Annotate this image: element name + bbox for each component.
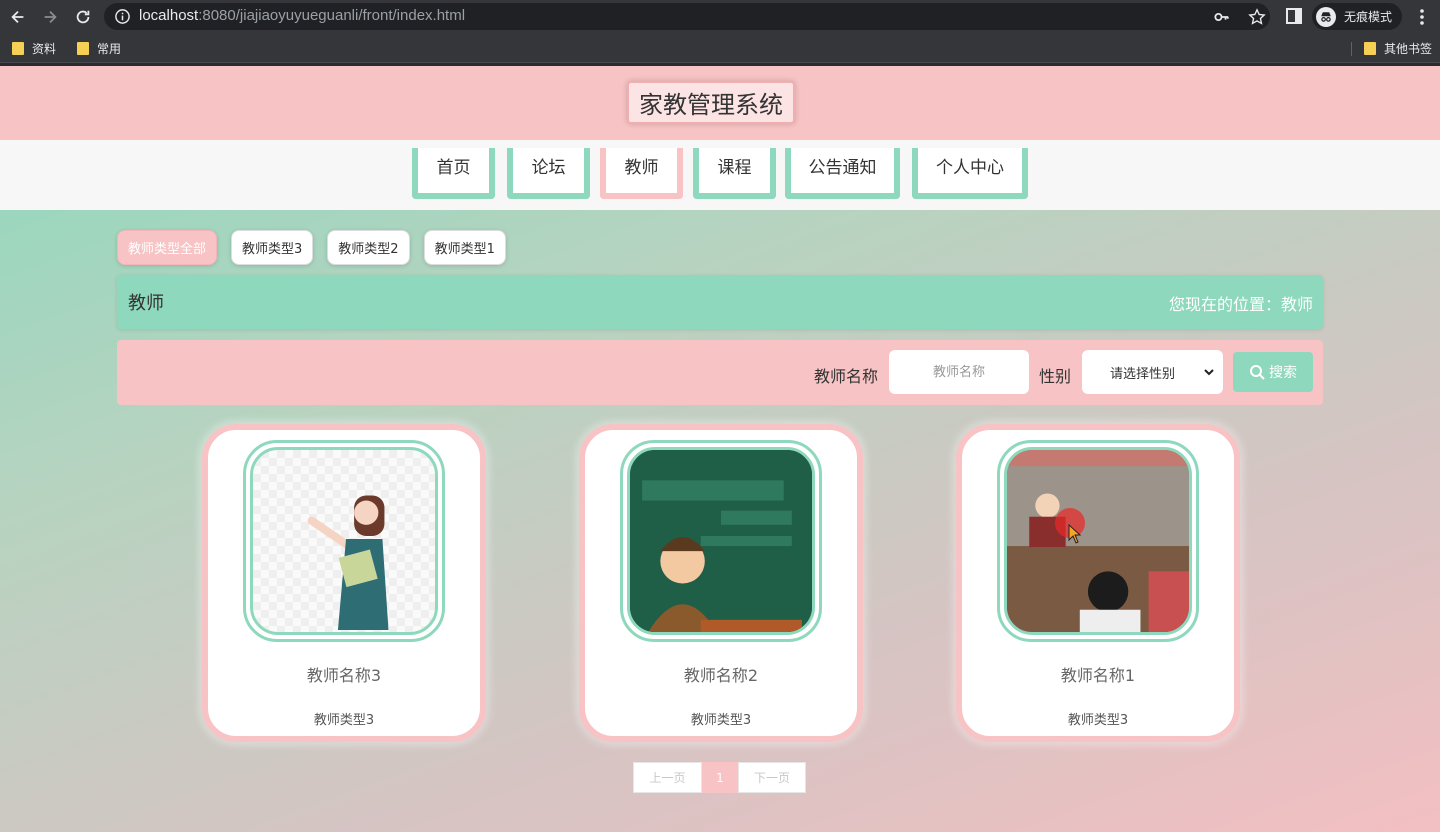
search-bar: 教师名称 性别 请选择性别 搜索 [117, 340, 1323, 405]
section-title: 教师 [128, 293, 164, 314]
url-text[interactable]: localhost:8080/jiajiaoyuyueguanli/front/… [139, 7, 465, 24]
bookmark-folder-changyong[interactable]: 常用 [77, 40, 121, 57]
chevron-down-icon [1204, 369, 1214, 376]
nav-item-announcements[interactable]: 公告通知 [785, 148, 900, 199]
teacher-type: 教师类型3 [313, 713, 375, 728]
filter-chip-all[interactable]: 教师类型全部 [117, 230, 218, 265]
section-title-bar: 教师 您现在的位置：教师 [117, 275, 1323, 329]
info-icon[interactable] [114, 8, 131, 25]
folder-icon [77, 42, 89, 55]
teacher-card[interactable]: 教师名称1 教师类型3 [956, 424, 1240, 742]
folder-icon [1364, 42, 1376, 55]
page: 家教管理系统 首页 论坛 教师 课程 公告通知 个人中心 教师类型全部 教师类型… [0, 66, 1440, 832]
star-icon[interactable] [1248, 8, 1266, 26]
teacher-photo-frame [620, 440, 822, 642]
search-button[interactable]: 搜索 [1233, 352, 1313, 392]
address-bar[interactable]: localhost:8080/jiajiaoyuyueguanli/front/… [104, 3, 1270, 30]
gender-select[interactable]: 请选择性别 [1082, 350, 1223, 394]
site-header: 家教管理系统 [0, 66, 1440, 140]
browser-toolbar: localhost:8080/jiajiaoyuyueguanli/front/… [0, 0, 1440, 33]
main-nav: 首页 论坛 教师 课程 公告通知 个人中心 [0, 140, 1440, 210]
key-icon[interactable] [1214, 9, 1230, 25]
menu-dots-icon[interactable] [1412, 7, 1432, 27]
filter-chip-type1[interactable]: 教师类型1 [423, 230, 506, 265]
teacher-name[interactable]: 教师名称1 [962, 662, 1234, 686]
teacher-name-input[interactable] [889, 350, 1029, 394]
teacher-photo[interactable] [250, 447, 438, 635]
teacher-name-label: 教师名称 [814, 367, 879, 386]
folder-icon [12, 42, 24, 55]
nav-item-teachers[interactable]: 教师 [600, 148, 683, 199]
pagination-prev[interactable]: 上一页 [633, 762, 702, 793]
bookmark-folder-other[interactable]: 其他书签 [1364, 40, 1432, 57]
teacher-name[interactable]: 教师名称3 [208, 662, 480, 686]
teacher-name[interactable]: 教师名称2 [585, 662, 857, 686]
back-icon[interactable] [5, 4, 31, 30]
pagination-page[interactable]: 1 [702, 762, 738, 793]
teacher-type: 教师类型3 [690, 713, 752, 728]
pagination-next[interactable]: 下一页 [738, 762, 806, 793]
nav-item-courses[interactable]: 课程 [693, 148, 776, 199]
search-button-label: 搜索 [1269, 365, 1297, 381]
bookmark-separator [1351, 42, 1352, 56]
forward-icon[interactable] [37, 4, 63, 30]
incognito-icon [1316, 6, 1336, 27]
nav-item-forum[interactable]: 论坛 [507, 148, 590, 199]
incognito-indicator[interactable]: 无痕模式 [1312, 3, 1402, 30]
gender-select-value: 请选择性别 [1110, 366, 1176, 382]
teacher-photo-frame [243, 440, 445, 642]
filter-chip-type2[interactable]: 教师类型2 [327, 230, 410, 265]
filter-chip-type3[interactable]: 教师类型3 [231, 230, 314, 265]
side-panel-icon[interactable] [1285, 7, 1303, 25]
pagination: 上一页 1 下一页 [633, 762, 806, 793]
bookmarks-bar: 资料 常用 其他书签 [0, 33, 1440, 63]
nav-item-home[interactable]: 首页 [412, 148, 495, 199]
gender-label: 性别 [1039, 367, 1072, 386]
nav-item-personal-center[interactable]: 个人中心 [912, 148, 1028, 199]
teacher-card[interactable]: 教师名称3 教师类型3 [202, 424, 486, 742]
teacher-photo[interactable] [1004, 447, 1192, 635]
site-title: 家教管理系统 [627, 81, 795, 124]
search-icon [1250, 365, 1265, 380]
breadcrumb: 您现在的位置：教师 [1168, 295, 1313, 314]
teacher-card[interactable]: 教师名称2 教师类型3 [579, 424, 863, 742]
teacher-photo-frame [997, 440, 1199, 642]
mouse-pointer-icon [1068, 524, 1082, 544]
teacher-type: 教师类型3 [1067, 713, 1129, 728]
bookmark-folder-ziliao[interactable]: 资料 [12, 40, 56, 57]
teacher-photo[interactable] [627, 447, 815, 635]
teacher-type-filters: 教师类型全部 教师类型3 教师类型2 教师类型1 [117, 230, 520, 265]
reload-icon[interactable] [70, 4, 96, 30]
incognito-label: 无痕模式 [1344, 10, 1393, 24]
